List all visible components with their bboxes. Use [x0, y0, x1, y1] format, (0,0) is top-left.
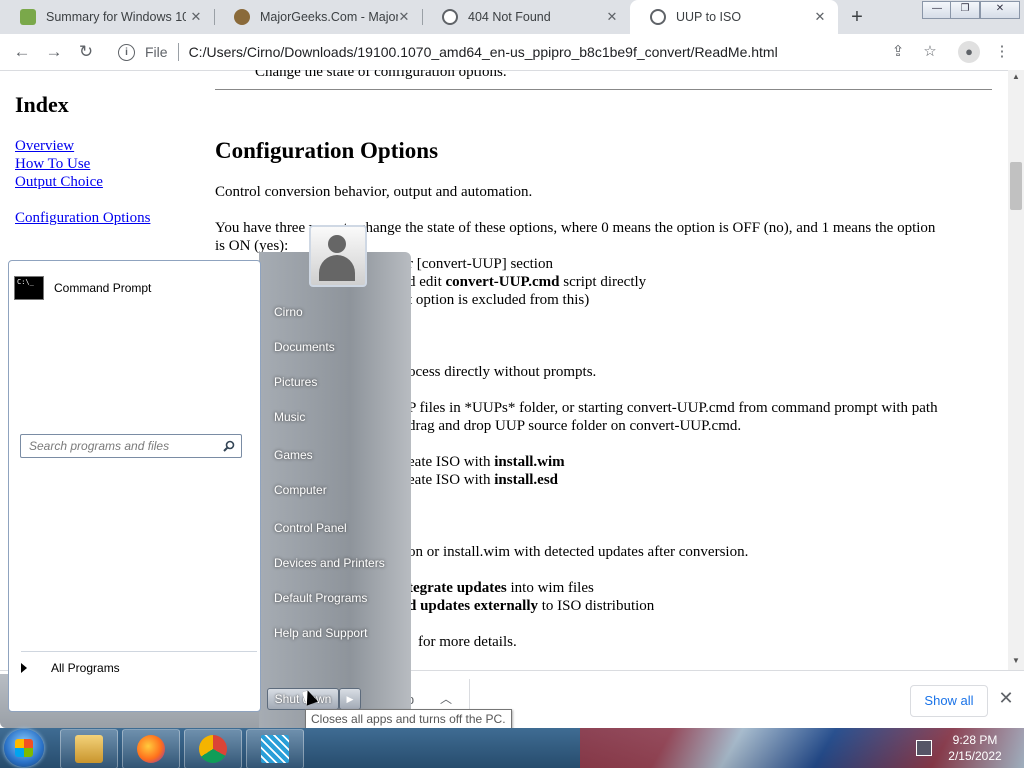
- hedgehog-icon: [20, 9, 36, 25]
- paragraph: Control conversion behavior, output and …: [215, 184, 533, 200]
- tab-label: UUP to ISO: [676, 10, 742, 24]
- majorgeeks-icon: [234, 9, 250, 25]
- globe-icon: [442, 9, 458, 25]
- command-prompt-icon: [14, 276, 44, 300]
- index-link-overview[interactable]: Overview: [15, 138, 74, 155]
- file-explorer-icon: [75, 735, 103, 763]
- start-item-devices-printers[interactable]: Devices and Printers: [274, 556, 385, 570]
- back-button[interactable]: ←: [12, 42, 32, 62]
- taskbar-file-explorer[interactable]: [60, 729, 118, 769]
- close-icon[interactable]: ✕: [604, 9, 620, 25]
- shutdown-options-button[interactable]: ▶: [339, 688, 361, 710]
- all-programs-button[interactable]: All Programs: [21, 657, 251, 679]
- tab-summary[interactable]: Summary for Windows 10 ✕: [0, 0, 214, 34]
- arrow-right-icon: [21, 663, 27, 673]
- scroll-up-arrow[interactable]: ▲: [1008, 70, 1024, 84]
- program-command-prompt[interactable]: Command Prompt: [13, 273, 253, 303]
- start-menu-programs-pane: Command Prompt All Programs: [8, 260, 261, 712]
- program-label: Command Prompt: [54, 281, 152, 295]
- chrome-icon: [199, 735, 227, 763]
- paragraph: ocess directly without prompts.: [408, 364, 597, 380]
- list-item: eate ISO with install.esd: [408, 472, 558, 488]
- show-all-button[interactable]: Show all: [910, 685, 988, 717]
- start-item-documents[interactable]: Documents: [274, 340, 335, 354]
- index-title: Index: [15, 92, 69, 117]
- tab-uup-to-iso[interactable]: UUP to ISO ✕: [630, 0, 838, 34]
- start-item-computer[interactable]: Computer: [274, 483, 327, 497]
- start-item-pictures[interactable]: Pictures: [274, 375, 317, 389]
- paragraph: drag and drop UUP source folder on conve…: [408, 418, 742, 434]
- uup-tool-icon: [261, 735, 289, 763]
- search-placeholder: Search programs and files: [29, 439, 170, 453]
- taskbar-uup-tool[interactable]: [246, 729, 304, 769]
- index-link-configuration-options[interactable]: Configuration Options: [15, 210, 150, 227]
- shutdown-tooltip: Closes all apps and turns off the PC.: [305, 709, 512, 729]
- start-item-user[interactable]: Cirno: [274, 305, 303, 319]
- tab-label: MajorGeeks.Com - MajorG: [260, 10, 398, 24]
- divider: [215, 89, 992, 90]
- close-window-button[interactable]: ✕: [980, 1, 1020, 19]
- address-bar[interactable]: i File C:/Users/Cirno/Downloads/19100.10…: [110, 38, 950, 66]
- index-link-how-to-use[interactable]: How To Use: [15, 156, 90, 173]
- start-item-control-panel[interactable]: Control Panel: [274, 521, 347, 535]
- tray-clock[interactable]: 9:28 PM 2/15/2022: [940, 732, 1010, 764]
- scroll-thumb[interactable]: [1010, 162, 1022, 210]
- browser-toolbar: ← → ↻ i File C:/Users/Cirno/Downloads/19…: [0, 34, 1024, 71]
- paragraph: P files in *UUPs* folder, or starting co…: [408, 400, 938, 416]
- url-text: C:/Users/Cirno/Downloads/19100.1070_amd6…: [188, 44, 778, 60]
- list-item: eate ISO with install.wim: [408, 454, 565, 470]
- chevron-up-icon[interactable]: ︿: [440, 690, 452, 707]
- bookmark-star-icon[interactable]: ☆: [921, 43, 939, 61]
- minimize-button[interactable]: —: [922, 1, 952, 19]
- info-icon[interactable]: i: [118, 43, 135, 61]
- taskbar-firefox[interactable]: [122, 729, 180, 769]
- close-icon[interactable]: ✕: [812, 9, 828, 25]
- scheme-label: File: [145, 44, 168, 60]
- forward-button[interactable]: →: [44, 42, 64, 62]
- globe-icon: [650, 9, 666, 25]
- top-fragment: Change the state of configuration option…: [255, 70, 507, 80]
- network-icon[interactable]: [916, 740, 932, 756]
- tab-strip: Summary for Windows 10 ✕ MajorGeeks.Com …: [0, 0, 1024, 34]
- start-menu: Command Prompt All Programs: [0, 252, 411, 728]
- list-item: tegrate updates into wim files: [408, 580, 594, 596]
- start-item-games[interactable]: Games: [274, 448, 313, 462]
- close-icon[interactable]: ✕: [188, 9, 204, 25]
- clock-date: 2/15/2022: [948, 749, 1002, 763]
- list-item: r [convert-UUP] section: [408, 256, 553, 272]
- clock-time: 9:28 PM: [952, 733, 998, 747]
- share-icon[interactable]: ⇪: [889, 43, 907, 61]
- close-icon[interactable]: ✕: [396, 9, 412, 25]
- start-button[interactable]: [4, 729, 44, 767]
- tab-label: 404 Not Found: [468, 10, 551, 24]
- tab-label: Summary for Windows 10: [46, 10, 186, 24]
- list-item: d updates externally to ISO distribution: [408, 598, 655, 614]
- menu-icon[interactable]: ⋮: [993, 43, 1011, 61]
- taskbar-chrome[interactable]: [184, 729, 242, 769]
- paragraph: for more details.: [418, 634, 517, 650]
- page-scrollbar[interactable]: ▲ ▼: [1008, 70, 1024, 670]
- start-search-input[interactable]: Search programs and files: [20, 434, 242, 458]
- profile-icon[interactable]: ●: [958, 41, 980, 63]
- all-programs-label: All Programs: [51, 661, 120, 675]
- list-item: t option is excluded from this): [408, 292, 590, 308]
- start-item-default-programs[interactable]: Default Programs: [274, 591, 367, 605]
- reload-button[interactable]: ↻: [76, 42, 96, 62]
- maximize-button[interactable]: ❐: [950, 1, 980, 19]
- close-download-bar-button[interactable]: ✕: [996, 688, 1016, 708]
- search-icon: [223, 440, 235, 452]
- new-tab-button[interactable]: +: [846, 6, 868, 28]
- list-item: d edit convert-UUP.cmd script directly: [408, 274, 647, 290]
- tab-majorgeeks[interactable]: MajorGeeks.Com - MajorG ✕: [214, 0, 422, 34]
- user-avatar: [309, 225, 367, 287]
- paragraph: on or install.wim with detected updates …: [408, 544, 749, 560]
- scroll-down-arrow[interactable]: ▼: [1008, 654, 1024, 668]
- start-item-music[interactable]: Music: [274, 410, 305, 424]
- firefox-icon: [137, 735, 165, 763]
- start-item-help-support[interactable]: Help and Support: [274, 626, 367, 640]
- section-heading: Configuration Options: [215, 138, 439, 163]
- index-link-output-choice[interactable]: Output Choice: [15, 174, 103, 191]
- tab-404[interactable]: 404 Not Found ✕: [422, 0, 630, 34]
